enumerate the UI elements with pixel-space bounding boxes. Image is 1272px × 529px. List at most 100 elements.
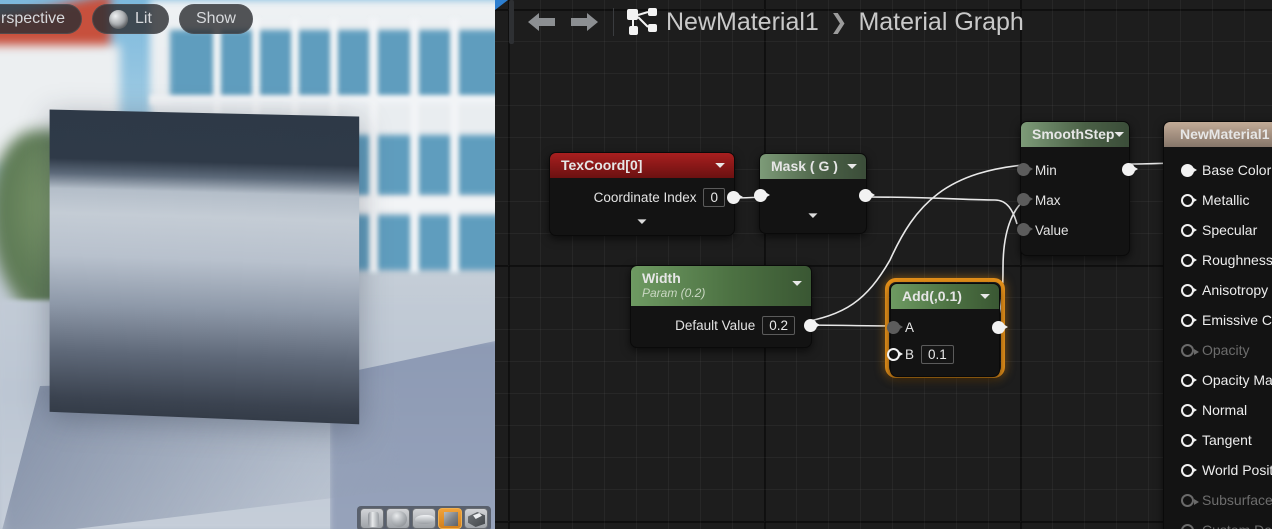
material-pin-metallic[interactable]: Metallic bbox=[1164, 185, 1272, 215]
node-texcoord-expand-icon[interactable]: ⏷ bbox=[550, 211, 734, 231]
material-pin-emissive-color[interactable]: Emissive Colo bbox=[1164, 305, 1272, 335]
chevron-down-icon[interactable]: ⏷ bbox=[715, 159, 725, 171]
node-smoothstep-value-pin[interactable] bbox=[1017, 223, 1033, 236]
node-add-input-a-label: A bbox=[905, 320, 915, 335]
node-add-body: A B 0.1 bbox=[887, 309, 1008, 376]
forward-button[interactable] bbox=[563, 0, 607, 44]
material-pin-roughness-pin[interactable] bbox=[1181, 253, 1197, 267]
material-pin-base-color-pin[interactable] bbox=[1181, 163, 1197, 177]
building-column-5 bbox=[369, 18, 378, 273]
node-smoothstep-min-pin[interactable] bbox=[1017, 163, 1033, 176]
chevron-down-icon[interactable]: ⏷ bbox=[847, 160, 857, 172]
material-pin-specular[interactable]: Specular bbox=[1164, 215, 1272, 245]
default-value-input[interactable]: 0.2 bbox=[762, 315, 795, 335]
node-smoothstep-max-row: Max bbox=[1017, 185, 1129, 215]
material-pin-anisotropy-pin[interactable] bbox=[1181, 283, 1197, 297]
material-preview-viewport[interactable]: rspective Lit Show bbox=[0, 0, 495, 529]
material-pin-tangent-pin[interactable] bbox=[1181, 433, 1197, 447]
breadcrumb-page-name[interactable]: Material Graph bbox=[858, 8, 1023, 37]
node-smoothstep-value-label: Value bbox=[1035, 222, 1069, 238]
node-mask[interactable]: Mask ( G ) ⏷ ⏷ bbox=[754, 153, 875, 234]
node-add-title: Add(,0.1) bbox=[902, 288, 962, 304]
material-pin-subsurface-color[interactable]: Subsurface C bbox=[1164, 485, 1272, 515]
preview-shape-sphere[interactable] bbox=[386, 508, 410, 529]
material-pin-world-position-offset-pin[interactable] bbox=[1181, 463, 1197, 477]
node-width-output-pin[interactable] bbox=[804, 318, 820, 332]
node-add-output-pin[interactable] bbox=[992, 321, 1008, 334]
node-material-output-title: NewMaterial1 bbox=[1180, 126, 1270, 142]
node-width-param[interactable]: Width Param (0.2) ⏷ Default Value 0.2 bbox=[630, 265, 820, 348]
material-pin-metallic-pin[interactable] bbox=[1181, 193, 1197, 207]
material-pin-anisotropy-label: Anisotropy bbox=[1202, 282, 1269, 298]
node-add[interactable]: Add(,0.1) ⏷ A B 0.1 bbox=[887, 283, 1008, 377]
material-pin-opacity-mask-pin[interactable] bbox=[1181, 373, 1197, 387]
chevron-down-icon[interactable]: ⏷ bbox=[792, 277, 802, 289]
material-pin-world-position-offset-label: World Positio bbox=[1202, 462, 1272, 478]
breadcrumb-asset-name[interactable]: NewMaterial1 bbox=[666, 8, 819, 37]
node-width-param-row: Default Value 0.2 bbox=[631, 312, 820, 339]
node-mask-input-pin[interactable] bbox=[754, 189, 770, 202]
chevron-down-icon[interactable]: ⏷ bbox=[980, 290, 990, 302]
coordinate-index-input[interactable]: 0 bbox=[703, 188, 725, 207]
back-button[interactable] bbox=[519, 0, 563, 44]
node-texcoord[interactable]: TexCoord[0] ⏷ Coordinate Index 0 ⏷ bbox=[549, 152, 743, 236]
material-pin-custom-data[interactable]: Custom Data bbox=[1164, 515, 1272, 529]
viewport-toolbar: rspective Lit Show bbox=[0, 0, 253, 38]
node-smoothstep[interactable]: SmoothStep ⏷ Min Max Value bbox=[1017, 121, 1138, 256]
node-material-output-header[interactable]: NewMaterial1 bbox=[1164, 122, 1272, 147]
sphere-icon bbox=[391, 511, 407, 527]
show-button[interactable]: Show bbox=[178, 4, 253, 34]
node-mask-header[interactable]: Mask ( G ) ⏷ bbox=[760, 154, 866, 179]
material-pin-base-color[interactable]: Base Color bbox=[1164, 155, 1272, 185]
node-smoothstep-max-pin[interactable] bbox=[1017, 193, 1033, 206]
material-pin-roughness[interactable]: Roughness bbox=[1164, 245, 1272, 275]
node-mask-title: Mask ( G ) bbox=[771, 158, 838, 174]
material-pin-specular-pin[interactable] bbox=[1181, 223, 1197, 237]
breadcrumb-chevron-icon: ❯ bbox=[829, 10, 848, 34]
node-width-header[interactable]: Width Param (0.2) ⏷ bbox=[631, 266, 811, 306]
material-pin-tangent-label: Tangent bbox=[1202, 432, 1252, 448]
material-pin-opacity-mask[interactable]: Opacity Mask bbox=[1164, 365, 1272, 395]
material-pin-opacity[interactable]: Opacity bbox=[1164, 335, 1272, 365]
material-pin-opacity-mask-label: Opacity Mask bbox=[1202, 372, 1272, 388]
preview-shape-cylinder[interactable] bbox=[360, 508, 384, 529]
node-add-input-b-input[interactable]: 0.1 bbox=[921, 345, 954, 364]
node-add-header[interactable]: Add(,0.1) ⏷ bbox=[891, 284, 999, 309]
chevron-down-icon[interactable]: ⏷ bbox=[1114, 128, 1124, 140]
node-add-input-b-pin[interactable] bbox=[887, 348, 903, 361]
material-pin-world-position-offset[interactable]: World Positio bbox=[1164, 455, 1272, 485]
material-pin-subsurface-color-pin[interactable] bbox=[1181, 493, 1199, 507]
node-mask-body: ⏷ bbox=[754, 179, 875, 233]
node-smoothstep-body: Min Max Value bbox=[1017, 147, 1138, 255]
preview-shape-plane[interactable] bbox=[412, 508, 436, 529]
material-pin-roughness-label: Roughness bbox=[1202, 252, 1272, 268]
material-pin-anisotropy[interactable]: Anisotropy bbox=[1164, 275, 1272, 305]
node-smoothstep-header[interactable]: SmoothStep ⏷ bbox=[1021, 122, 1129, 147]
lit-button[interactable]: Lit bbox=[92, 4, 169, 34]
material-pin-opacity-pin[interactable] bbox=[1181, 343, 1199, 357]
perspective-button[interactable]: rspective bbox=[0, 4, 83, 34]
material-pin-normal[interactable]: Normal bbox=[1164, 395, 1272, 425]
cylinder-icon bbox=[368, 512, 379, 527]
node-add-input-a-pin[interactable] bbox=[887, 321, 903, 334]
material-pin-tangent[interactable]: Tangent bbox=[1164, 425, 1272, 455]
node-material-output[interactable]: NewMaterial1 Base Color Metallic Specula… bbox=[1163, 121, 1272, 529]
material-pin-custom-data-pin[interactable] bbox=[1181, 523, 1199, 529]
building-column-7 bbox=[450, 18, 459, 273]
node-texcoord-header[interactable]: TexCoord[0] ⏷ bbox=[550, 153, 734, 178]
node-texcoord-output-pin[interactable] bbox=[727, 191, 743, 204]
node-mask-expand-icon[interactable]: ⏷ bbox=[760, 205, 866, 225]
node-mask-output-pin[interactable] bbox=[859, 189, 875, 202]
plane-icon bbox=[414, 515, 435, 524]
node-add-input-b-label: B bbox=[905, 347, 915, 362]
material-pin-emissive-color-pin[interactable] bbox=[1181, 313, 1197, 327]
material-pin-metallic-label: Metallic bbox=[1202, 192, 1250, 208]
material-pin-normal-label: Normal bbox=[1202, 402, 1248, 418]
arrow-left-icon bbox=[528, 13, 555, 31]
material-pin-normal-pin[interactable] bbox=[1181, 403, 1197, 417]
material-graph-panel[interactable]: MATE bbox=[495, 0, 1272, 529]
preview-shape-custom-mesh[interactable] bbox=[464, 508, 488, 529]
preview-shape-cube[interactable] bbox=[438, 508, 462, 529]
preview-mesh[interactable] bbox=[49, 109, 360, 425]
node-smoothstep-output-pin[interactable] bbox=[1122, 163, 1138, 176]
